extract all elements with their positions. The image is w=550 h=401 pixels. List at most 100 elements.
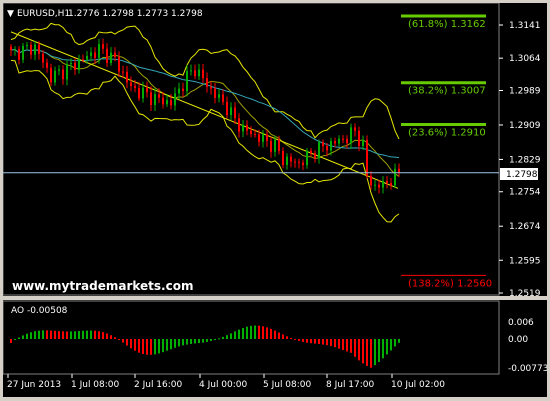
fib-level-label: (38.2%) 1.3007 [408, 86, 486, 97]
candle-body [94, 52, 96, 58]
ao-bar [42, 330, 44, 339]
ao-bar [138, 339, 140, 353]
ao-bar [118, 339, 120, 340]
ao-bar [102, 332, 104, 339]
candle-body [314, 153, 316, 159]
fib-level-label: (138.2%) 1.2560 [408, 278, 492, 289]
ao-bar [290, 337, 292, 339]
candle-body [210, 86, 212, 89]
candle-body [234, 107, 236, 119]
ao-bar [154, 339, 156, 355]
candle-body [206, 78, 208, 87]
watermark: www.mytrademarkets.com [12, 279, 193, 293]
ao-bar [10, 339, 12, 344]
ao-bar [386, 339, 388, 355]
time-tick-label: 27 Jun 2013 [7, 380, 61, 390]
bollinger-middle [10, 48, 400, 177]
candle-body [130, 82, 132, 86]
ao-bar [70, 331, 72, 339]
candle-body [338, 138, 340, 144]
candle-body [394, 168, 396, 186]
candle-body [62, 69, 64, 80]
ao-bar [214, 339, 216, 340]
candle-body [298, 161, 300, 163]
ao-bar [286, 336, 288, 339]
ao-bar [54, 330, 56, 339]
candle-body [306, 150, 308, 166]
candle-body [386, 180, 388, 184]
window-arrow-icon[interactable]: ▼ [7, 9, 14, 19]
price-tick-label: 1.2754 [509, 188, 541, 198]
current-price-tag: 1.2798 [506, 170, 538, 180]
candle-body [118, 57, 120, 72]
ao-bar [122, 339, 124, 343]
ao-bar [190, 339, 192, 344]
candle-body [258, 134, 260, 142]
ao-bar [358, 339, 360, 361]
candle-body [286, 156, 288, 166]
price-tick-label: 1.2674 [509, 222, 541, 232]
ao-bar [310, 339, 312, 344]
candle-body [214, 88, 216, 98]
ao-bar [162, 339, 164, 353]
ao-bar [218, 338, 220, 340]
ao-bar [158, 339, 160, 354]
ao-bar [390, 339, 392, 351]
panel-separator[interactable] [3, 296, 547, 300]
candle-body [362, 139, 364, 147]
candle-body [38, 44, 40, 54]
ao-tick-zero: 0.00 [508, 335, 528, 345]
ao-bar [298, 339, 300, 341]
ao-bar [314, 339, 316, 344]
ao-bar [114, 337, 116, 339]
ao-bar [378, 339, 380, 362]
ao-bar [198, 339, 200, 344]
ao-bar [230, 333, 232, 339]
candle-body [82, 59, 84, 61]
ao-bar [370, 339, 372, 368]
price-chart[interactable]: (61.8%) 1.3162 (38.2%) 1.3007 (23.6%) 1.29… [2, 2, 548, 397]
ao-bar [382, 339, 384, 359]
ao-bar [134, 339, 136, 351]
price-tick-label: 1.2989 [509, 86, 541, 96]
candle-body [106, 48, 108, 64]
ao-bar [330, 339, 332, 347]
candle-body [374, 184, 376, 186]
ao-bar [142, 339, 144, 354]
ao-bar [282, 334, 284, 339]
candle-body [126, 71, 128, 83]
candle-body [10, 46, 12, 50]
candle-body [174, 93, 176, 106]
ao-bar [18, 337, 20, 339]
time-tick-label: 8 Jul 17:00 [326, 380, 375, 390]
ao-bar [302, 339, 304, 342]
candle-body [42, 53, 44, 63]
ao-bar [326, 339, 328, 346]
price-panel-border [2, 2, 500, 296]
candle-body [74, 62, 76, 70]
ao-bar [98, 331, 100, 339]
ao-bar [178, 339, 180, 347]
candle-body [302, 162, 304, 166]
ao-bar [238, 329, 240, 339]
ao-tick-bottom: -0.00773 [508, 364, 547, 374]
candle-body [238, 118, 240, 132]
candle-body [90, 52, 92, 56]
candle-body [274, 139, 276, 152]
ao-bar [30, 332, 32, 339]
ao-bar [110, 335, 112, 339]
ao-bar [46, 330, 48, 339]
candle-body [26, 44, 28, 46]
ao-bar [166, 339, 168, 351]
candle-body [378, 184, 380, 188]
ao-bar [242, 328, 244, 339]
candle-body [14, 48, 16, 50]
candle-body [278, 139, 280, 151]
candle-body [242, 124, 244, 132]
candle-body [390, 183, 392, 186]
candle-body [270, 140, 272, 152]
candle-body [350, 127, 352, 144]
chart-area[interactable]: (61.8%) 1.3162 (38.2%) 1.3007 (23.6%) 1.29… [2, 2, 548, 397]
ao-bar [90, 330, 92, 339]
candle-body [170, 100, 172, 106]
